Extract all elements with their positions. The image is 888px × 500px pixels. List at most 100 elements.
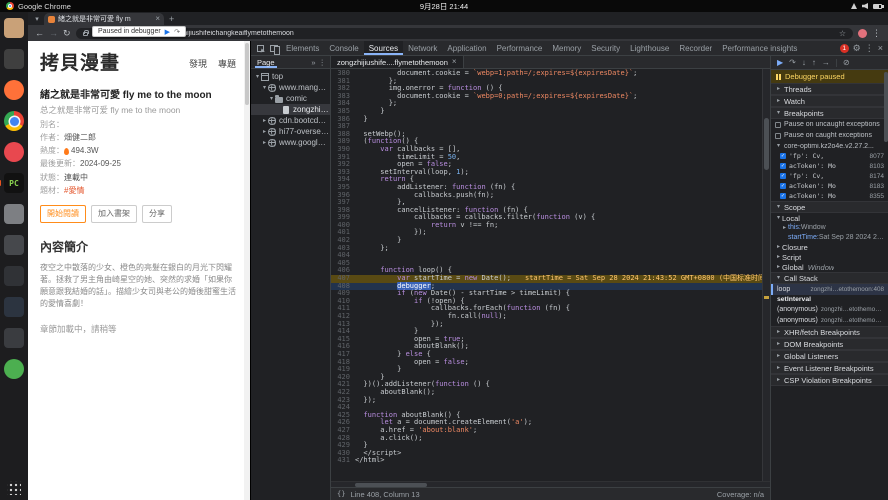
tree-item-www-googletagm[interactable]: ▸ www.googletagm...: [251, 137, 330, 148]
tree-item-zongzhijiushif[interactable]: zongzhijiushif...: [251, 104, 330, 115]
dock-item-archive-manager-icon[interactable]: [4, 49, 24, 69]
meta-value[interactable]: 畑健二郎: [64, 133, 96, 143]
devtools-tab-lighthouse[interactable]: Lighthouse: [625, 41, 674, 55]
devtools-tab-application[interactable]: Application: [442, 41, 491, 55]
share-button[interactable]: 分享: [142, 204, 172, 223]
sidebar-section-event-listener-breakpoints[interactable]: ▸ Event Listener Breakpoints: [771, 362, 888, 374]
breakpoint-checkbox-icon[interactable]: ✓: [780, 183, 786, 189]
tree-item-hi77-overseas-ma[interactable]: ▸ hi77-overseas.ma...: [251, 126, 330, 137]
navigator-tab-page[interactable]: Page: [255, 56, 277, 68]
new-tab-button[interactable]: +: [169, 14, 174, 24]
dock-item-media-player-icon[interactable]: [4, 142, 24, 162]
stack-frame-loop[interactable]: loop zongzhi…etothemoon:408: [771, 284, 888, 295]
sidebar-section-scope[interactable]: ▾ Scope: [771, 201, 888, 213]
back-icon[interactable]: ←: [35, 28, 44, 38]
checkbox-icon[interactable]: [775, 121, 781, 128]
editor-vertical-scrollbar[interactable]: [762, 69, 770, 481]
dock-item-app-grey-icon[interactable]: [4, 204, 24, 224]
profile-avatar[interactable]: [858, 28, 867, 38]
breakpoint-entry[interactable]: ✓ acToken': Mo 8103: [771, 161, 888, 171]
scope-group-global[interactable]: ▸ Global Window: [771, 262, 888, 272]
line-number[interactable]: 431: [331, 457, 355, 465]
tree-item-top[interactable]: ▾ top: [251, 71, 330, 82]
tree-item-comic[interactable]: ▾ comic: [251, 93, 330, 104]
scope-group-closure[interactable]: ▸ Closure: [771, 242, 888, 252]
address-bar[interactable]: mangacopy.com/comic/zongzhijiushifeichan…: [75, 27, 853, 39]
device-toolbar-button[interactable]: [267, 41, 281, 55]
devtools-tab-security[interactable]: Security: [586, 41, 625, 55]
step-into-button[interactable]: ↓: [802, 58, 806, 67]
scope-property-starttime[interactable]: startTime: Sat Sep 28 2024 21:4…: [771, 233, 888, 243]
devtools-tab-performance[interactable]: Performance: [492, 41, 548, 55]
code-line-423[interactable]: 423 });: [331, 396, 762, 405]
dock-item-firefox-icon[interactable]: [4, 80, 24, 100]
dock-item-app-dark-4-icon[interactable]: [4, 328, 24, 348]
dock-item-app-green-icon[interactable]: [4, 359, 24, 379]
toggle-pause-on-uncaught-exceptions[interactable]: Pause on uncaught exceptions: [771, 119, 888, 130]
code-line-384[interactable]: 384 };: [331, 100, 762, 108]
dock-item-app-dark-2-icon[interactable]: [4, 266, 24, 286]
editor-file-tab[interactable]: zongzhijiushife....flymetothemoon ×: [331, 56, 464, 68]
code-line-428[interactable]: 428 a.click();: [331, 434, 762, 443]
step-out-button[interactable]: ↑: [812, 58, 816, 67]
devtools-tab-console[interactable]: Console: [324, 41, 363, 55]
editor-horizontal-scrollbar[interactable]: [331, 481, 770, 487]
sidebar-section-global-listeners[interactable]: ▸ Global Listeners: [771, 350, 888, 362]
breakpoint-entry[interactable]: ✓ acToken': Mo 8183: [771, 181, 888, 191]
breakpoint-entry[interactable]: ✓'fp': Cv, 8077: [771, 151, 888, 161]
error-count-badge[interactable]: 1: [839, 43, 849, 53]
resume-script-icon[interactable]: ▶: [165, 28, 170, 36]
navigator-overflow-icon[interactable]: »: [311, 58, 315, 67]
active-app-indicator[interactable]: Google Chrome: [6, 2, 71, 11]
scope-group-local[interactable]: ▾ Local: [771, 213, 888, 223]
tree-item-www-mangacopy[interactable]: ▾ www.mangacopy....: [251, 82, 330, 93]
devtools-settings-icon[interactable]: ⚙: [853, 43, 861, 53]
code-line-403[interactable]: 403 };: [331, 244, 762, 253]
resume-button[interactable]: ▶: [777, 58, 783, 67]
navigator-menu-icon[interactable]: ⋮: [319, 58, 327, 67]
tab-search-icon[interactable]: ▾: [32, 15, 42, 23]
sidebar-scrollbar-thumb[interactable]: [884, 72, 888, 142]
stack-frame-anonymous[interactable]: (anonymous)zongzhi…etothemoon:431: [771, 315, 888, 326]
checkbox-icon[interactable]: [775, 132, 781, 139]
system-clock[interactable]: 9月28日 21:44: [0, 1, 888, 12]
breakpoint-checkbox-icon[interactable]: ✓: [780, 173, 786, 179]
inspect-element-button[interactable]: [253, 41, 267, 55]
breakpoint-checkbox-icon[interactable]: ✓: [780, 153, 786, 159]
sidebar-section-xhr-fetch-breakpoints[interactable]: ▸ XHR/fetch Breakpoints: [771, 326, 888, 338]
devtools-tab-recorder[interactable]: Recorder: [674, 41, 717, 55]
reload-icon[interactable]: ↻: [63, 28, 71, 38]
toggle-pause-on-caught-exceptions[interactable]: Pause on caught exceptions: [771, 130, 888, 141]
code-line-402[interactable]: 402 }: [331, 236, 762, 245]
scope-group-script[interactable]: ▸ Script: [771, 252, 888, 262]
scope-property-this[interactable]: ▸ this: Window: [771, 223, 888, 233]
dock-item-app-dark-3-icon[interactable]: [4, 297, 24, 317]
breakpoint-entry[interactable]: ✓ acToken': Mo 8355: [771, 191, 888, 201]
breakpoint-file-group[interactable]: ▾ core-optimi.kz2o4e.v2.27.2...: [771, 141, 888, 151]
page-scrollbar[interactable]: [244, 41, 250, 500]
devtools-tab-memory[interactable]: Memory: [547, 41, 586, 55]
sidebar-section-threads[interactable]: ▸ Threads: [771, 83, 888, 95]
step-over-button[interactable]: ↷: [789, 58, 796, 67]
code-line-422[interactable]: 422 aboutBlank();: [331, 388, 762, 397]
site-nav-link-1[interactable]: 專題: [218, 57, 236, 70]
devtools-close-icon[interactable]: ×: [878, 43, 883, 53]
site-logo[interactable]: 拷貝漫畫: [40, 48, 120, 75]
pretty-print-icon[interactable]: {}: [337, 490, 345, 498]
system-indicators[interactable]: [851, 3, 884, 9]
code-line-385[interactable]: 385 }: [331, 107, 762, 116]
editor-hscrollbar-thumb[interactable]: [355, 483, 427, 487]
devtools-tab-sources[interactable]: Sources: [363, 41, 404, 55]
code-line-419[interactable]: 419 }: [331, 366, 762, 374]
code-line-386[interactable]: 386 }: [331, 115, 762, 124]
step-button[interactable]: →: [822, 58, 830, 67]
meta-value[interactable]: #愛情: [64, 186, 84, 196]
step-over-script-icon[interactable]: ↷: [174, 28, 180, 36]
dock-item-app-dark-1-icon[interactable]: [4, 235, 24, 255]
sidebar-section-call-stack[interactable]: ▾ Call Stack: [771, 272, 888, 284]
dock-item-pc-terminal-icon[interactable]: PC: [4, 173, 24, 193]
deactivate-breakpoints-button[interactable]: ⊘: [843, 58, 850, 67]
devtools-tab-performance-insights[interactable]: Performance insights: [717, 41, 802, 55]
code-line-430[interactable]: 430 </script>: [331, 449, 762, 458]
code-line-404[interactable]: 404: [331, 252, 762, 260]
